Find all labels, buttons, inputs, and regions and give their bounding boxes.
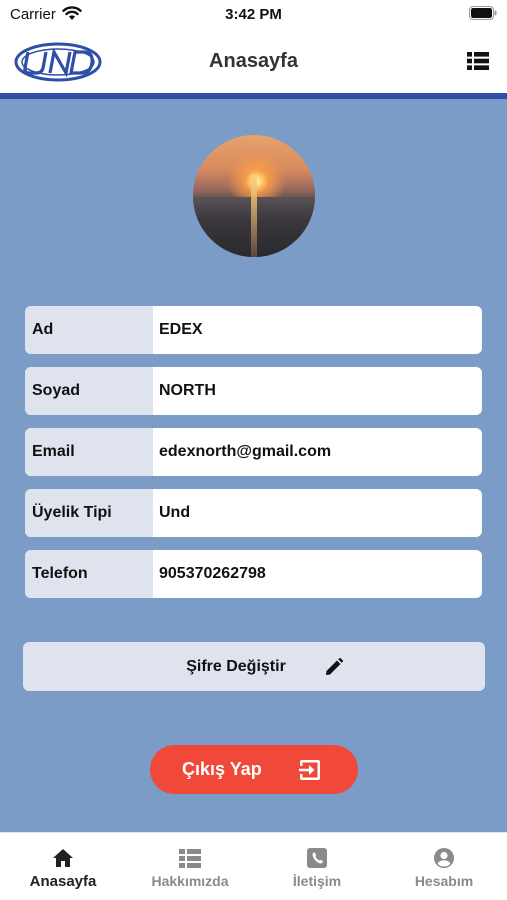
field-value: 905370262798: [159, 565, 266, 582]
status-time: 3:42 PM: [225, 6, 282, 23]
field-ad: Ad EDEX: [25, 306, 482, 354]
app-header: Anasayfa: [0, 28, 507, 94]
field-label: Üyelik Tipi: [25, 489, 153, 537]
phone-icon: [307, 848, 327, 868]
list-icon: [179, 849, 201, 868]
tab-label: İletişim: [292, 873, 342, 889]
logout-button[interactable]: Çıkış Yap: [150, 745, 358, 794]
tab-label: Hesabım: [414, 873, 474, 889]
home-icon: [53, 849, 73, 867]
field-soyad: Soyad NORTH: [25, 367, 482, 415]
page-title: Anasayfa: [209, 50, 298, 72]
tab-hesabim[interactable]: Hesabım: [381, 833, 507, 900]
list-icon[interactable]: [467, 52, 489, 70]
user-icon: [434, 848, 454, 868]
field-value: edexnorth@gmail.com: [159, 443, 332, 460]
change-password-label: Şifre Değiştir: [186, 658, 286, 675]
field-label: Telefon: [25, 550, 153, 598]
avatar-sun-beam: [251, 175, 257, 257]
field-value: Und: [159, 504, 191, 521]
status-bar: Carrier 3:42 PM: [0, 0, 507, 28]
field-uyelik-tipi: Üyelik Tipi Und: [25, 489, 482, 537]
tab-anasayfa[interactable]: Anasayfa: [0, 833, 126, 900]
logout-label: Çıkış Yap: [182, 759, 262, 779]
field-label: Email: [25, 428, 153, 476]
field-value: NORTH: [159, 382, 216, 399]
field-email: Email edexnorth@gmail.com: [25, 428, 482, 476]
tab-iletisim[interactable]: İletişim: [254, 833, 380, 900]
profile-screen: Ad EDEX Soyad NORTH Email edexnorth@gmai…: [0, 99, 507, 832]
exit-icon: [299, 760, 320, 780]
battery-icon: [469, 6, 497, 20]
field-label: Ad: [25, 306, 153, 354]
field-label: Soyad: [25, 367, 153, 415]
change-password-button[interactable]: Şifre Değiştir: [23, 642, 485, 691]
avatar: [193, 135, 315, 257]
tab-bar: Anasayfa Hakkımızda İletişim Hesabım: [0, 832, 507, 900]
pencil-icon: [326, 658, 343, 675]
tab-label: Anasayfa: [29, 873, 97, 890]
field-value: EDEX: [159, 321, 203, 338]
tab-hakkimizda[interactable]: Hakkımızda: [127, 833, 253, 900]
field-telefon: Telefon 905370262798: [25, 550, 482, 598]
tab-label: Hakkımızda: [151, 873, 229, 889]
